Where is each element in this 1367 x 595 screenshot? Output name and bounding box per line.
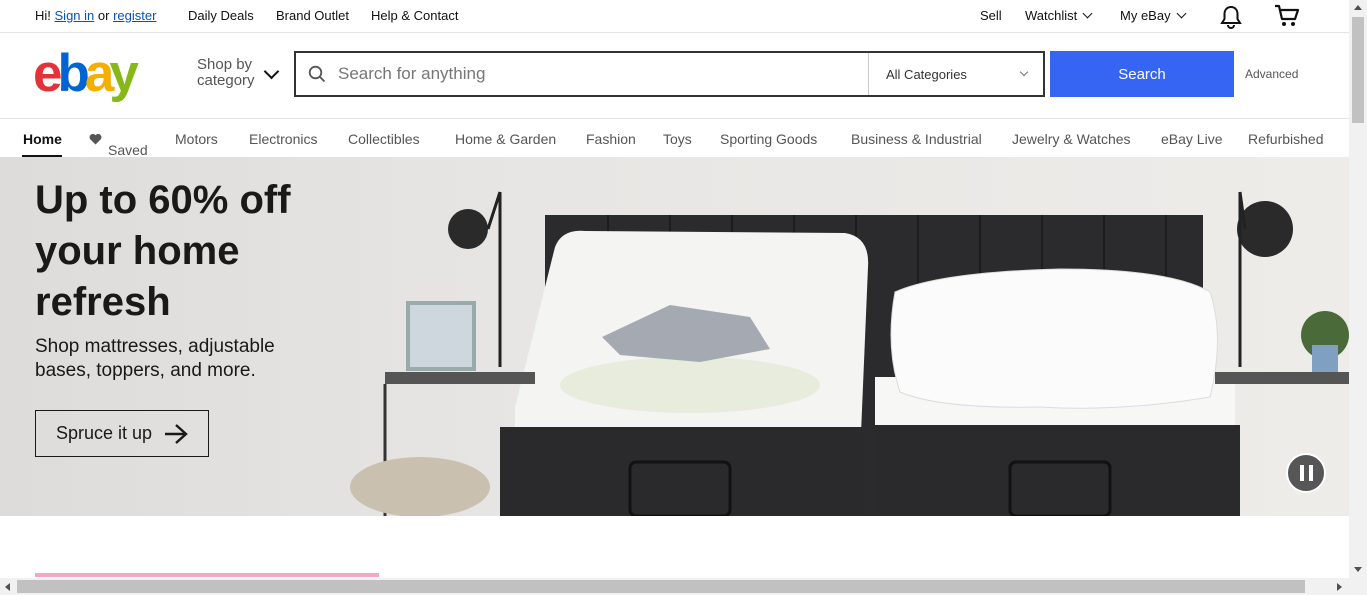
cart-icon[interactable] <box>1274 4 1300 31</box>
ebay-logo[interactable]: ebay <box>33 44 139 104</box>
brand-outlet-link[interactable]: Brand Outlet <box>276 8 349 23</box>
scroll-left-icon[interactable] <box>5 583 10 591</box>
scroll-up-icon[interactable] <box>1354 5 1362 10</box>
header: ebay Shop by category All Categories Sea… <box>0 34 1349 119</box>
nav-item-toys[interactable]: Toys <box>663 131 692 147</box>
logo-letter-y: y <box>109 44 139 103</box>
greeting: Hi! Sign in or register <box>35 8 156 23</box>
logo-letter-e: e <box>33 44 63 103</box>
my-ebay-label: My eBay <box>1120 8 1171 23</box>
register-link[interactable]: register <box>113 8 156 23</box>
logo-letter-b: b <box>57 44 89 103</box>
heart-icon <box>89 133 102 145</box>
chevron-down-icon <box>263 63 280 80</box>
nav-item-fashion[interactable]: Fashion <box>586 131 636 147</box>
spruce-it-up-button[interactable]: Spruce it up <box>35 410 209 457</box>
promo-strip <box>35 573 379 577</box>
nav-item-jewelry-watches[interactable]: Jewelry & Watches <box>1012 131 1131 147</box>
search-icon <box>296 53 338 95</box>
daily-deals-link[interactable]: Daily Deals <box>188 8 254 23</box>
category-nav: Home Saved Motors Electronics Collectibl… <box>0 120 1349 158</box>
nav-item-ebay-live[interactable]: eBay Live <box>1161 131 1222 147</box>
top-bar: Hi! Sign in or register Daily Deals Bran… <box>0 0 1349 33</box>
hero-cta-label: Spruce it up <box>55 423 153 443</box>
search-button[interactable]: Search <box>1050 51 1234 97</box>
hero-title: Up to 60% off your home refresh <box>35 178 291 324</box>
notification-bell-icon[interactable] <box>1220 5 1242 32</box>
vertical-scroll-thumb[interactable] <box>1352 17 1364 123</box>
category-label: category <box>197 72 255 89</box>
arrow-right-icon <box>165 423 188 444</box>
shop-by-category-button[interactable]: Shop by category <box>197 57 255 89</box>
chevron-down-icon <box>1176 8 1187 19</box>
horizontal-scroll-thumb[interactable] <box>17 580 1305 593</box>
chevron-down-icon <box>1019 67 1029 77</box>
vertical-scrollbar[interactable] <box>1349 0 1367 578</box>
advanced-search-link[interactable]: Advanced <box>1245 67 1298 81</box>
help-contact-link[interactable]: Help & Contact <box>371 8 458 23</box>
hero-image <box>350 191 1349 516</box>
nav-item-sporting-goods[interactable]: Sporting Goods <box>720 131 817 147</box>
nav-item-motors[interactable]: Motors <box>175 131 218 147</box>
category-select[interactable]: All Categories <box>868 53 1043 95</box>
watchlist-label: Watchlist <box>1025 8 1078 23</box>
scroll-right-icon[interactable] <box>1337 583 1342 591</box>
search-bar: All Categories <box>294 51 1045 97</box>
category-select-value: All Categories <box>886 66 967 82</box>
greeting-text: Hi! <box>35 8 51 23</box>
or-text: or <box>97 8 110 23</box>
hero-subtitle: Shop mattresses, adjustable bases, toppe… <box>35 336 275 381</box>
nav-item-home-garden[interactable]: Home & Garden <box>455 131 556 147</box>
nav-item-collectibles[interactable]: Collectibles <box>348 131 420 147</box>
nav-item-saved[interactable]: Saved <box>89 131 148 158</box>
shop-by-label: Shop by <box>197 56 253 73</box>
pause-icon[interactable] <box>1286 453 1326 493</box>
nav-item-business-industrial[interactable]: Business & Industrial <box>851 131 982 147</box>
scroll-down-icon[interactable] <box>1354 567 1362 572</box>
nav-item-saved-label: Saved <box>108 142 148 158</box>
nav-item-electronics[interactable]: Electronics <box>249 131 317 147</box>
nav-item-refurbished[interactable]: Refurbished <box>1248 131 1324 147</box>
sell-link[interactable]: Sell <box>980 8 1002 23</box>
horizontal-scrollbar[interactable] <box>0 578 1367 595</box>
watchlist-menu[interactable]: Watchlist <box>1025 8 1093 23</box>
search-input[interactable] <box>338 53 868 95</box>
my-ebay-menu[interactable]: My eBay <box>1120 8 1187 23</box>
logo-letter-a: a <box>84 44 115 103</box>
chevron-down-icon <box>1082 8 1093 19</box>
sign-in-link[interactable]: Sign in <box>55 8 95 23</box>
hero-banner[interactable]: Up to 60% off your home refresh Shop mat… <box>0 157 1349 516</box>
nav-item-home[interactable]: Home <box>23 131 62 147</box>
